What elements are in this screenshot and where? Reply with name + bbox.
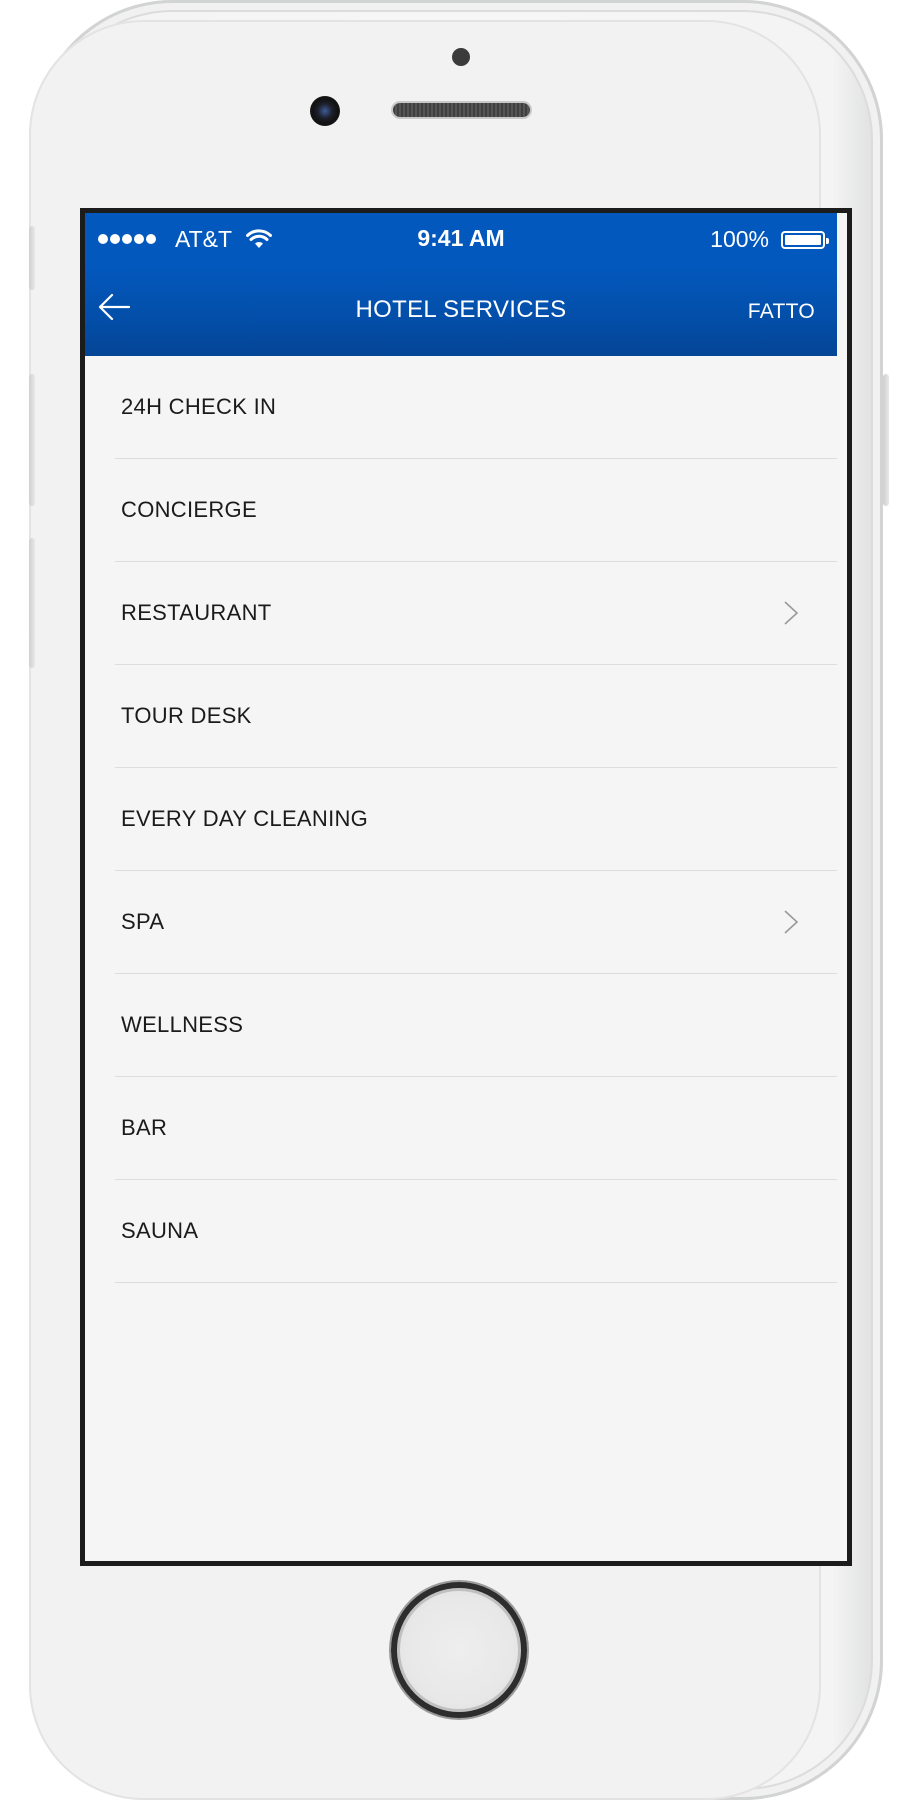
service-row[interactable]: SPA — [115, 871, 837, 974]
navigation-bar: HOTEL SERVICES FATTO — [85, 267, 837, 356]
volume-up-button — [29, 374, 35, 506]
mute-switch — [29, 226, 35, 290]
service-label: RESTAURANT — [121, 600, 272, 625]
service-label: TOUR DESK — [121, 703, 252, 728]
page-title: HOTEL SERVICES — [355, 296, 567, 323]
battery-percentage: 100% — [710, 226, 769, 252]
done-button[interactable]: FATTO — [748, 300, 815, 324]
service-row[interactable]: EVERY DAY CLEANING — [115, 768, 837, 871]
service-row[interactable]: CONCIERGE — [115, 459, 837, 562]
services-list: 24H CHECK IN CONCIERGE RESTAURANT TOUR DESK… — [85, 356, 837, 1283]
chevron-right-icon — [784, 910, 799, 934]
front-camera-icon — [310, 96, 340, 126]
volume-down-button — [29, 538, 35, 668]
service-label: SAUNA — [121, 1218, 199, 1243]
service-label: SPA — [121, 909, 165, 934]
service-label: WELLNESS — [121, 1012, 244, 1037]
chevron-right-icon — [784, 601, 799, 625]
service-row[interactable]: WELLNESS — [115, 974, 837, 1077]
earpiece-speaker — [393, 103, 530, 117]
proximity-sensor — [452, 48, 470, 66]
service-row[interactable]: BAR — [115, 1077, 837, 1180]
service-label: 24H CHECK IN — [121, 394, 277, 419]
app-screen: AT&T 9:41 AM 100% HOTEL SERVICES FATTO 2… — [80, 208, 852, 1566]
service-label: BAR — [121, 1115, 168, 1140]
service-label: CONCIERGE — [121, 497, 257, 522]
service-row[interactable]: RESTAURANT — [115, 562, 837, 665]
service-row[interactable]: SAUNA — [115, 1180, 837, 1283]
battery-icon — [781, 231, 829, 249]
service-label: EVERY DAY CLEANING — [121, 806, 369, 831]
power-button — [883, 374, 889, 506]
service-row[interactable]: TOUR DESK — [115, 665, 837, 768]
home-button[interactable] — [391, 1582, 527, 1718]
status-bar: AT&T 9:41 AM 100% — [85, 213, 837, 267]
service-row[interactable]: 24H CHECK IN — [115, 356, 837, 459]
